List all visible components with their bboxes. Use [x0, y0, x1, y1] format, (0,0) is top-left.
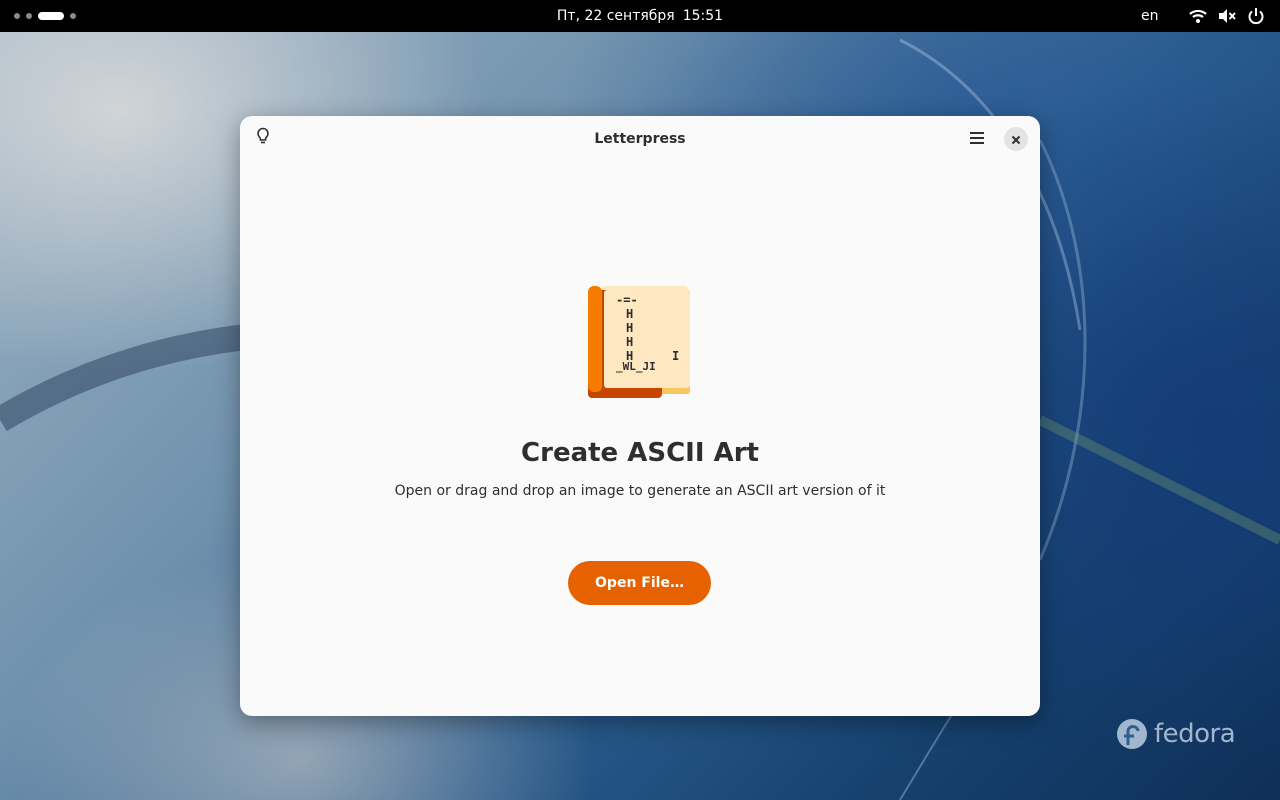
close-button[interactable] — [1004, 127, 1028, 151]
wifi-icon — [1188, 6, 1208, 26]
fedora-logo-text: fedora — [1154, 719, 1236, 749]
clock[interactable]: Пт, 22 сентября 15:51 — [0, 0, 1280, 32]
fedora-icon — [1117, 719, 1147, 749]
lightbulb-icon — [255, 127, 271, 149]
system-menu[interactable] — [1188, 6, 1266, 26]
app-icon-ascii-side: I — [672, 349, 679, 363]
welcome-page[interactable]: -=- H H H H I _WL_JI Create ASCII Art Op… — [240, 162, 1040, 716]
open-file-button[interactable]: Open File… — [568, 561, 711, 605]
clock-time: 15:51 — [682, 8, 724, 24]
clock-date: Пт, 22 сентября — [556, 8, 675, 24]
app-icon-ascii-bottom: _WL_JI — [616, 360, 656, 373]
app-icon-ascii-row: H — [626, 335, 633, 349]
power-icon — [1246, 6, 1266, 26]
main-menu-button[interactable] — [962, 126, 992, 152]
page-title: Create ASCII Art — [521, 438, 759, 468]
hamburger-menu-icon — [969, 130, 985, 149]
app-icon-ascii-top: -=- — [616, 293, 638, 307]
keyboard-layout-indicator[interactable]: en — [1141, 0, 1159, 32]
fedora-logo: fedora — [1116, 716, 1236, 752]
app-icon-ascii-row: H — [626, 307, 633, 321]
app-icon-ascii-row: H — [626, 321, 633, 335]
window-title: Letterpress — [594, 131, 686, 147]
letterpress-app-icon: -=- H H H H I _WL_JI — [588, 286, 690, 398]
header-bar: Letterpress — [240, 116, 1040, 162]
tips-button[interactable] — [250, 124, 276, 152]
volume-muted-icon — [1217, 6, 1237, 26]
top-bar: Пт, 22 сентября 15:51 en — [0, 0, 1280, 32]
page-description: Open or drag and drop an image to genera… — [394, 483, 886, 499]
letterpress-window: Letterpress -=- H H H H I _WL_JI Create … — [240, 116, 1040, 716]
close-icon — [1011, 130, 1021, 149]
